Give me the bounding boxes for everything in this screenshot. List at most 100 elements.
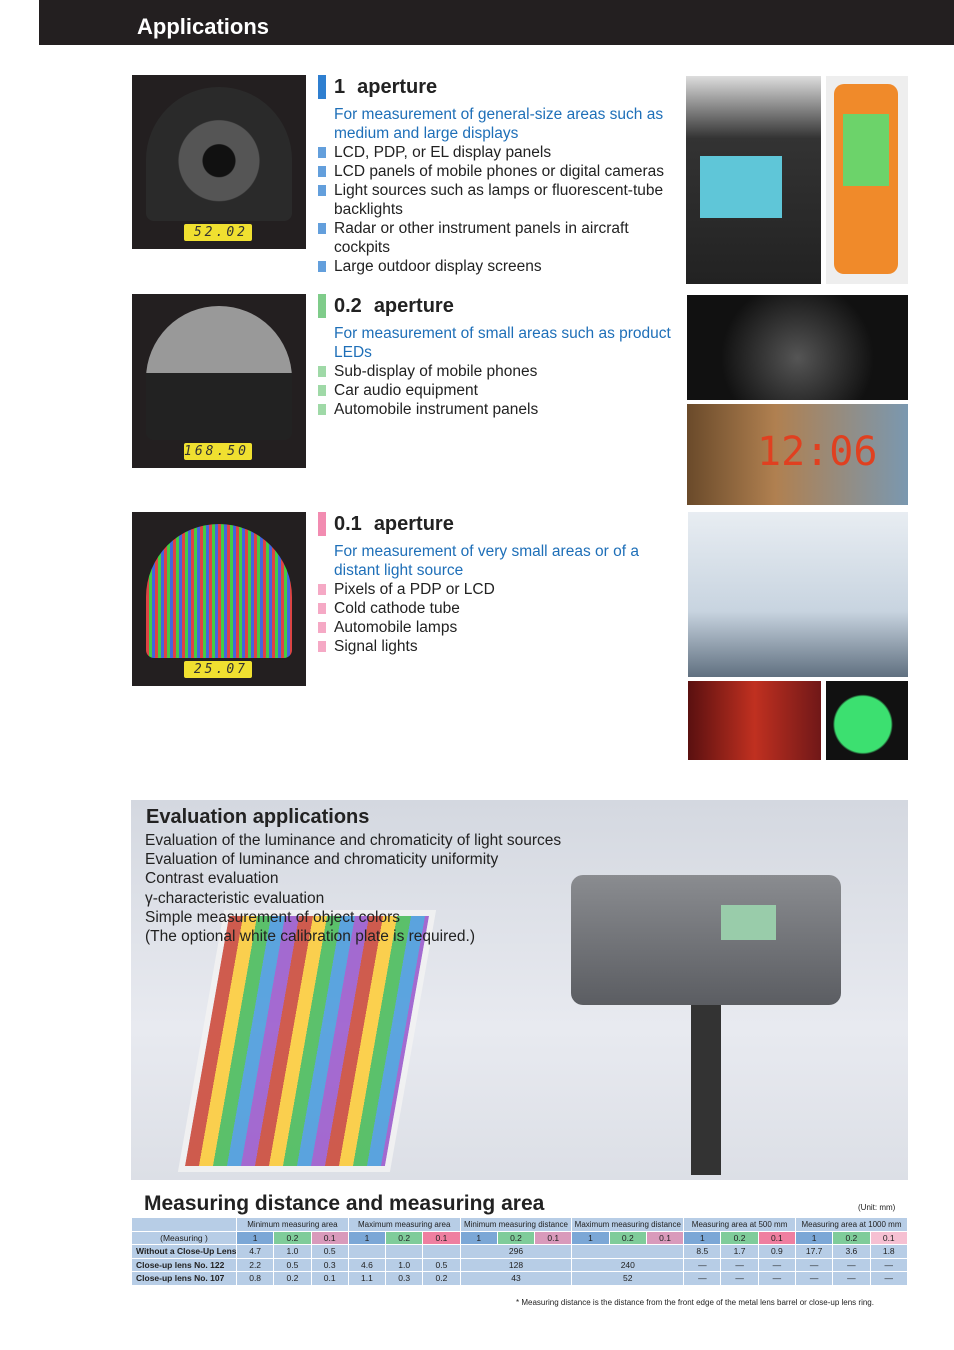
- calibration-plate-photo: [177, 910, 437, 1172]
- list-item-text: Automobile instrument panels: [334, 401, 539, 418]
- bullet-icon: [318, 603, 326, 614]
- photo-mobile-phone: [826, 76, 908, 284]
- aperture-number: 0.1: [334, 512, 362, 535]
- aperture-header: 0.2: [832, 1230, 871, 1245]
- min-area-cell: 2.2: [235, 1257, 275, 1272]
- max-area-cell: 0.3: [385, 1271, 424, 1286]
- table-row: Close-up lens No. 122 2.2 0.5 0.3 4.6 1.0 0.5 1…: [131, 1257, 909, 1272]
- group-header: Measuring area at 1000 mm: [794, 1217, 909, 1232]
- row-label: Close-up lens No. 122: [131, 1257, 237, 1272]
- bullet-icon: [318, 641, 326, 652]
- at1000-cell: —: [869, 1257, 909, 1272]
- list-item: Light sources such as lamps or fluoresce…: [318, 181, 678, 219]
- aperture-header: 0.2: [273, 1230, 312, 1245]
- page-title: Applications: [137, 14, 270, 39]
- list-item-text: Signal lights: [334, 638, 418, 655]
- max-area-cell: 1.0: [385, 1257, 424, 1272]
- luminance-readout: 168.50: [184, 443, 252, 460]
- list-item-text: Large outdoor display screens: [334, 258, 542, 275]
- min-dist-cell: 128: [459, 1257, 573, 1272]
- max-area-cell: [347, 1244, 387, 1259]
- list-item: Large outdoor display screens: [318, 257, 678, 276]
- aperture-color-bar: [318, 75, 326, 99]
- aperture-header: 1: [235, 1230, 275, 1245]
- evaluation-line: Simple measurement of object colors: [145, 908, 401, 926]
- aperture-label: aperture: [357, 75, 438, 98]
- min-area-cell: 1.0: [273, 1244, 312, 1259]
- min-area-cell: 0.2: [273, 1271, 312, 1286]
- aperture-label: aperture: [373, 512, 454, 535]
- aperture-header: 1: [347, 1230, 387, 1245]
- viewfinder-image: 52.02: [132, 75, 306, 249]
- aperture-subtitle: For measurement of very small areas or o…: [334, 543, 639, 579]
- list-item-text: Car audio equipment: [334, 382, 478, 399]
- aperture-header: 0.2: [608, 1230, 647, 1245]
- at500-cell: 8.5: [683, 1244, 722, 1259]
- list-item: Signal lights: [318, 637, 678, 656]
- group-header: Measuring area at 500 mm: [683, 1217, 796, 1232]
- evaluation-line: (The optional white calibration plate is…: [145, 928, 475, 946]
- list-item-text: LCD, PDP, or EL display panels: [334, 144, 552, 161]
- bullet-icon: [318, 147, 326, 158]
- bullet-icon: [318, 166, 326, 177]
- list-item: Car audio equipment: [318, 381, 678, 400]
- evaluation-line: Evaluation of the luminance and chromati…: [145, 832, 562, 849]
- evaluation-line: Evaluation of luminance and chromaticity…: [145, 851, 499, 869]
- bullet-icon: [318, 366, 326, 377]
- aperture-row-label: (Measuring ): [131, 1230, 237, 1245]
- at500-cell: —: [757, 1271, 796, 1286]
- max-dist-cell: [571, 1244, 685, 1259]
- list-item-text: Cold cathode tube: [334, 600, 460, 617]
- bullet-icon: [318, 584, 326, 595]
- aperture-color-bar: [318, 294, 326, 318]
- at1000-cell: —: [794, 1257, 834, 1272]
- aperture-color-bar: [318, 512, 326, 536]
- unit-label: (Unit: mm): [858, 1203, 896, 1212]
- max-dist-cell: 240: [571, 1257, 685, 1272]
- at1000-cell: 3.6: [832, 1244, 871, 1259]
- viewfinder-image: 25.07: [132, 512, 306, 686]
- at1000-cell: 17.7: [794, 1244, 834, 1259]
- aperture-number: 0.2: [334, 294, 362, 317]
- list-item-text: Automobile lamps: [334, 619, 458, 636]
- min-area-cell: 0.5: [310, 1244, 349, 1259]
- aperture-header: 0.2: [385, 1230, 424, 1245]
- min-dist-cell: 296: [459, 1244, 573, 1259]
- aperture-header: 0.1: [757, 1230, 796, 1245]
- min-area-cell: 0.3: [310, 1257, 349, 1272]
- aperture-header: 1: [571, 1230, 610, 1245]
- at500-cell: —: [720, 1271, 759, 1286]
- row-label: Without a Close-Up Lens: [131, 1244, 237, 1259]
- max-area-cell: 0.2: [422, 1271, 461, 1286]
- corner-cell: [131, 1217, 237, 1232]
- list-item: LCD, PDP, or EL display panels: [318, 143, 678, 162]
- aperture-number: 1: [334, 75, 346, 98]
- bullet-icon: [318, 622, 326, 633]
- bullet-icon: [318, 261, 326, 272]
- at1000-cell: —: [869, 1271, 909, 1286]
- at1000-cell: 1.8: [869, 1244, 909, 1259]
- table-row: Without a Close-Up Lens 4.7 1.0 0.5 296 8.5 1.…: [131, 1244, 909, 1259]
- photo-signal-measurement: [688, 512, 908, 677]
- list-item-text: Sub-display of mobile phones: [334, 363, 538, 380]
- photo-instrument-panel: [687, 295, 908, 400]
- at500-cell: —: [683, 1271, 722, 1286]
- list-item: Radar or other instrument panels in airc…: [318, 219, 678, 257]
- evaluation-title: Evaluation applications: [146, 806, 370, 828]
- at500-cell: —: [757, 1257, 796, 1272]
- aperture-header: 0.2: [496, 1230, 536, 1245]
- at500-cell: —: [683, 1257, 722, 1272]
- aperture-header: 1: [683, 1230, 722, 1245]
- max-area-cell: 1.1: [347, 1271, 387, 1286]
- max-dist-cell: 52: [571, 1271, 685, 1286]
- photo-signal-light: [826, 681, 908, 760]
- aperture-header: 0.1: [422, 1230, 461, 1245]
- at1000-cell: —: [832, 1271, 871, 1286]
- max-area-cell: 4.6: [347, 1257, 387, 1272]
- list-item-text: LCD panels of mobile phones or digital c…: [334, 163, 664, 180]
- aperture-header: 0.2: [720, 1230, 759, 1245]
- bullet-icon: [318, 404, 326, 415]
- at500-cell: 0.9: [757, 1244, 796, 1259]
- at1000-cell: —: [832, 1257, 871, 1272]
- min-dist-cell: 43: [459, 1271, 573, 1286]
